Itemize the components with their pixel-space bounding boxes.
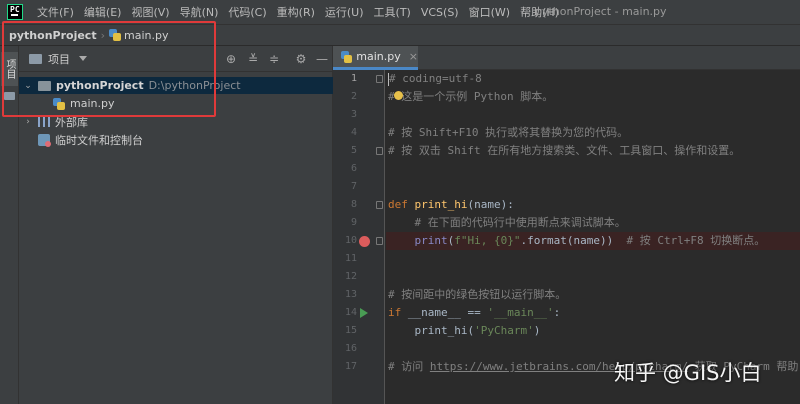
python-file-icon <box>341 50 353 63</box>
line-number: 2 <box>350 91 357 102</box>
tree-item-label: 临时文件和控制台 <box>55 133 143 147</box>
run-icon[interactable] <box>360 308 368 318</box>
close-icon[interactable]: × <box>409 50 418 63</box>
fold-marker-icon[interactable] <box>376 201 383 209</box>
lightbulb-icon[interactable] <box>394 91 403 100</box>
code-area[interactable]: # coding=utf-8 # 这是一个示例 Python 脚本。 # 按 S… <box>388 70 798 373</box>
line-number: 16 <box>344 343 357 354</box>
expand-all-icon[interactable]: ≚ <box>246 52 260 66</box>
gear-icon[interactable]: ⚙ <box>294 52 308 66</box>
line-number: 14 <box>344 307 357 318</box>
tree-item-scratches[interactable]: 临时文件和控制台 <box>38 131 143 148</box>
code-editor: main.py × 1 2 3 4 5 6 7 8 9 10 11 12 13 … <box>333 46 800 404</box>
menu-file[interactable]: 文件(F) <box>32 4 79 20</box>
chevron-right-icon[interactable]: › <box>22 117 34 127</box>
code-text: .format(name)) <box>520 234 627 247</box>
code-line: print_hi('PyCharm') <box>388 322 540 340</box>
comment-text: # 访问 <box>388 360 430 373</box>
menu-window[interactable]: 窗口(W) <box>464 4 515 20</box>
comment-text: # 在下面的代码行中使用断点来调试脚本。 <box>388 216 626 229</box>
code-line: # 按 双击 Shift 在所有地方搜索类、文件、工具窗口、操作和设置。 <box>388 142 740 160</box>
watermark: 知乎 @GIS小白 <box>614 361 762 385</box>
code-line: def print_hi(name): <box>388 196 514 214</box>
line-number: 4 <box>350 127 357 138</box>
code-text: ) <box>533 324 541 337</box>
string-literal: 'PyCharm' <box>474 324 534 337</box>
window-title: pythonProject - main.py <box>535 5 667 18</box>
code-text: print_hi( <box>388 324 475 337</box>
code-line: # 按间距中的绿色按钮以运行脚本。 <box>388 286 566 304</box>
menu-navigate[interactable]: 导航(N) <box>175 4 224 20</box>
menu-code[interactable]: 代码(C) <box>223 4 271 20</box>
editor-gutter[interactable]: 1 2 3 4 5 6 7 8 9 10 11 12 13 14 15 16 1… <box>333 70 385 404</box>
hide-panel-icon[interactable]: — <box>315 52 329 66</box>
tab-main-py[interactable]: main.py × <box>333 46 418 70</box>
line-number: 5 <box>350 145 357 156</box>
scratches-icon <box>38 133 51 147</box>
string-literal: f"Hi, {0}" <box>454 234 521 247</box>
fold-marker-icon[interactable] <box>376 237 383 245</box>
line-number: 15 <box>344 325 357 336</box>
menu-tools[interactable]: 工具(T) <box>369 4 416 20</box>
locate-file-icon[interactable]: ⊕ <box>224 52 238 66</box>
collapse-all-icon[interactable]: ≑ <box>267 52 281 66</box>
fold-marker-icon[interactable] <box>376 75 383 83</box>
comment-text: # 按间距中的绿色按钮以运行脚本。 <box>388 288 567 301</box>
highlight-annotation-box <box>2 21 216 117</box>
menu-view[interactable]: 视图(V) <box>126 4 174 20</box>
line-number: 12 <box>344 271 357 282</box>
fold-marker-icon[interactable] <box>376 147 383 155</box>
menu-edit[interactable]: 编辑(E) <box>79 4 127 20</box>
line-number: 13 <box>344 289 357 300</box>
line-number: 10 <box>344 235 357 246</box>
code-line: # 在下面的代码行中使用断点来调试脚本。 <box>388 214 626 232</box>
code-line: # coding=utf-8 <box>388 70 482 88</box>
string-literal: '__main__' <box>487 306 554 319</box>
comment-text: # 按 Ctrl+F8 切换断点。 <box>626 234 766 247</box>
line-number: 3 <box>350 109 357 120</box>
line-number: 7 <box>350 181 357 192</box>
line-number: 6 <box>350 163 357 174</box>
keyword-def: def <box>388 198 415 211</box>
comment-text: # coding=utf-8 <box>389 72 482 85</box>
function-name: print_hi <box>414 198 468 211</box>
code-line: # 按 Shift+F10 执行或将其替换为您的代码。 <box>388 124 628 142</box>
menu-vcs[interactable]: VCS(S) <box>416 6 464 19</box>
menu-refactor[interactable]: 重构(R) <box>272 4 320 20</box>
code-line: if __name__ == '__main__': <box>388 304 560 322</box>
line-number: 1 <box>350 73 357 84</box>
line-number: 8 <box>350 199 357 210</box>
comment-text: # 按 双击 Shift 在所有地方搜索类、文件、工具窗口、操作和设置。 <box>388 144 741 157</box>
code-text: __name__ == <box>407 306 488 319</box>
comment-text: # 这是一个示例 Python 脚本。 <box>388 90 554 103</box>
code-text: (name): <box>467 198 514 211</box>
pycharm-logo-icon: PC <box>7 4 23 20</box>
keyword-if: if <box>388 306 408 319</box>
code-text: : <box>553 306 561 319</box>
line-number: 17 <box>344 361 357 372</box>
code-line: # 这是一个示例 Python 脚本。 <box>388 88 553 106</box>
tab-label: main.py <box>356 50 401 63</box>
line-number: 9 <box>350 217 357 228</box>
comment-text: # 按 Shift+F10 执行或将其替换为您的代码。 <box>388 126 629 139</box>
library-icon <box>38 116 50 127</box>
line-number: 11 <box>344 253 357 264</box>
builtin-print: print <box>414 234 448 247</box>
editor-tab-bar: main.py × <box>333 46 800 70</box>
breakpoint-icon[interactable] <box>359 236 370 247</box>
code-line: print(f"Hi, {0}".format(name)) # 按 Ctrl+… <box>388 232 766 250</box>
menu-run[interactable]: 运行(U) <box>320 4 369 20</box>
